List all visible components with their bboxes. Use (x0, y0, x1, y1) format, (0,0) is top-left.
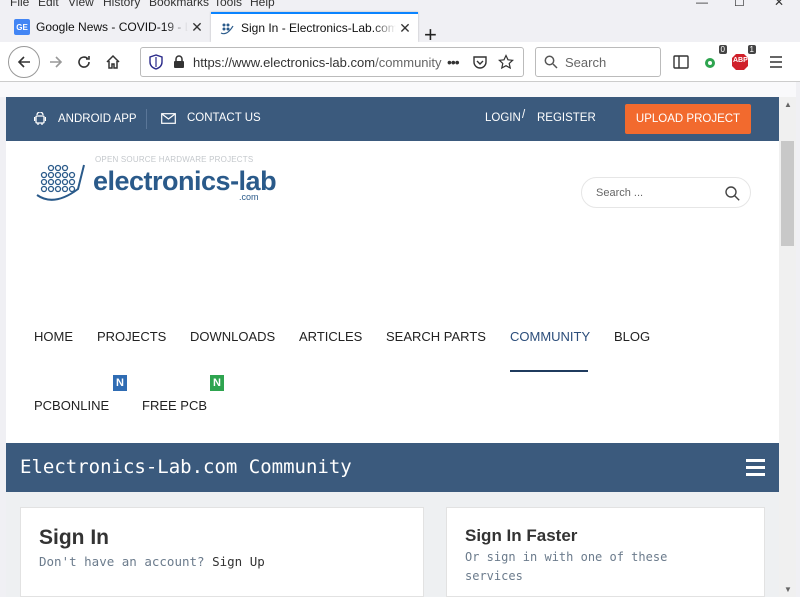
menu-edit[interactable]: Edit (38, 0, 59, 9)
nav-articles[interactable]: ARTICLES (299, 329, 362, 344)
logo-dotcom: .com (239, 192, 259, 202)
search-icon[interactable] (725, 186, 740, 201)
menu-bar: File Edit View History Bookmarks Tools H… (0, 0, 800, 10)
url-text: https://www.electronics-lab.com/communit… (193, 54, 442, 70)
divider (146, 109, 147, 129)
faster-line-1: Or sign in with one of these (465, 550, 668, 564)
page-actions-icon[interactable]: ••• (447, 54, 460, 70)
reload-button[interactable] (70, 48, 98, 76)
nav-community[interactable]: COMMUNITY (510, 329, 590, 344)
window-close-icon[interactable]: ✕ (774, 0, 784, 9)
search-placeholder: Search (565, 54, 607, 70)
scroll-thumb[interactable] (781, 141, 794, 246)
contact-us-label: CONTACT US (187, 112, 261, 124)
sign-in-card: Sign In Don't have an account? Sign Up (20, 507, 424, 597)
adblock-badge: 1 (747, 45, 756, 54)
adblock-button[interactable]: ABP 1 (726, 45, 756, 76)
sidebar-button[interactable] (667, 48, 695, 76)
site-search-input[interactable]: Search ... (581, 177, 751, 208)
menu-history[interactable]: History (103, 0, 140, 9)
nav-projects[interactable]: PROJECTS (97, 329, 166, 344)
new-badge-icon: N (210, 375, 224, 391)
active-nav-underline (510, 370, 588, 372)
login-link[interactable]: LOGIN (485, 112, 521, 124)
menu-view[interactable]: View (68, 0, 94, 9)
community-menu-icon[interactable] (746, 459, 765, 480)
maximize-icon[interactable]: ☐ (734, 0, 745, 9)
tab-close-icon[interactable]: ✕ (188, 19, 206, 36)
nav-home[interactable]: HOME (34, 329, 73, 344)
window-edge (796, 82, 800, 597)
sign-in-faster-card: Sign In Faster Or sign in with one of th… (446, 507, 765, 597)
site-favicon-icon (219, 20, 235, 36)
bookmark-star-icon[interactable] (498, 54, 514, 70)
no-account-text: Don't have an account? (39, 554, 205, 569)
scroll-down-icon[interactable]: ▼ (784, 585, 792, 594)
new-badge-icon: N (113, 375, 127, 391)
tab-google-news[interactable]: GE Google News - COVID-19 - Lat ✕ (6, 12, 210, 42)
toolbar-gap (0, 82, 796, 97)
extension-green-icon (705, 58, 715, 68)
contact-us-link[interactable]: CONTACT US (161, 112, 261, 124)
google-news-favicon-icon: GE (14, 19, 30, 35)
lock-icon[interactable] (173, 55, 185, 69)
slash-separator: / (522, 109, 526, 121)
site-top-bar: ANDROID APP CONTACT US LOGIN / REGISTER … (6, 97, 779, 141)
tab-title: Sign In - Electronics-Lab.com C (241, 21, 396, 35)
logo-dots-icon (36, 164, 85, 201)
signup-prompt: Don't have an account? Sign Up (39, 552, 265, 571)
home-button[interactable] (99, 48, 127, 76)
logo-tagline: OPEN SOURCE HARDWARE PROJECTS (95, 155, 254, 164)
site-search-placeholder: Search ... (596, 186, 644, 199)
register-link[interactable]: REGISTER (537, 112, 596, 124)
mail-icon (161, 112, 176, 124)
sign-in-faster-text: Or sign in with one of these services (465, 548, 667, 586)
sidebar-icon (673, 55, 689, 69)
sign-in-title: Sign In (39, 526, 109, 549)
home-icon (106, 54, 120, 69)
pocket-icon[interactable] (472, 54, 488, 70)
nav-toolbar: https://www.electronics-lab.com/communit… (0, 42, 800, 82)
sign-in-faster-title: Sign In Faster (465, 526, 578, 545)
nav-pcbonline[interactable]: PCBONLINE (34, 398, 109, 413)
menu-help[interactable]: Help (250, 0, 275, 9)
tab-strip: GE Google News - COVID-19 - Lat ✕ Sign I… (0, 10, 800, 46)
search-icon (544, 55, 558, 69)
tab-close-icon[interactable]: ✕ (396, 20, 414, 37)
android-app-label: ANDROID APP (58, 112, 137, 125)
forward-button[interactable] (42, 48, 70, 76)
hamburger-menu-icon (770, 56, 782, 68)
faster-line-2: services (465, 569, 523, 583)
scroll-up-icon[interactable]: ▲ (784, 100, 792, 109)
reload-icon (78, 56, 90, 68)
extension-button[interactable]: 0 (697, 45, 727, 76)
nav-free-pcb[interactable]: FREE PCB (142, 398, 207, 413)
forward-arrow-icon (50, 56, 63, 68)
sign-up-link[interactable]: Sign Up (212, 554, 265, 569)
community-header: Electronics-Lab.com Community (6, 443, 779, 492)
nav-search-parts[interactable]: SEARCH PARTS (386, 329, 486, 344)
community-title: Electronics-Lab.com Community (20, 456, 352, 478)
tracking-shield-icon[interactable] (149, 54, 163, 70)
upload-project-button[interactable]: UPLOAD PROJECT (625, 104, 751, 134)
minimize-icon[interactable]: — (696, 0, 708, 9)
browser-search-input[interactable]: Search (535, 47, 661, 77)
menu-file[interactable]: File (10, 0, 29, 9)
menu-tools[interactable]: Tools (214, 0, 242, 9)
back-arrow-icon (17, 56, 30, 68)
web-page: ANDROID APP CONTACT US LOGIN / REGISTER … (6, 97, 779, 597)
tab-sign-in[interactable]: Sign In - Electronics-Lab.com C ✕ (211, 12, 418, 42)
menu-bookmarks[interactable]: Bookmarks (149, 0, 209, 9)
back-button[interactable] (8, 46, 40, 78)
nav-blog[interactable]: BLOG (614, 329, 650, 344)
adblock-label: ABP (733, 57, 748, 64)
nav-downloads[interactable]: DOWNLOADS (190, 329, 275, 344)
url-bar[interactable]: https://www.electronics-lab.com/communit… (140, 47, 524, 77)
android-app-link[interactable]: ANDROID APP (34, 112, 137, 125)
android-icon (34, 112, 46, 125)
tab-title: Google News - COVID-19 - Lat (36, 20, 188, 34)
app-menu-button[interactable] (762, 48, 790, 76)
